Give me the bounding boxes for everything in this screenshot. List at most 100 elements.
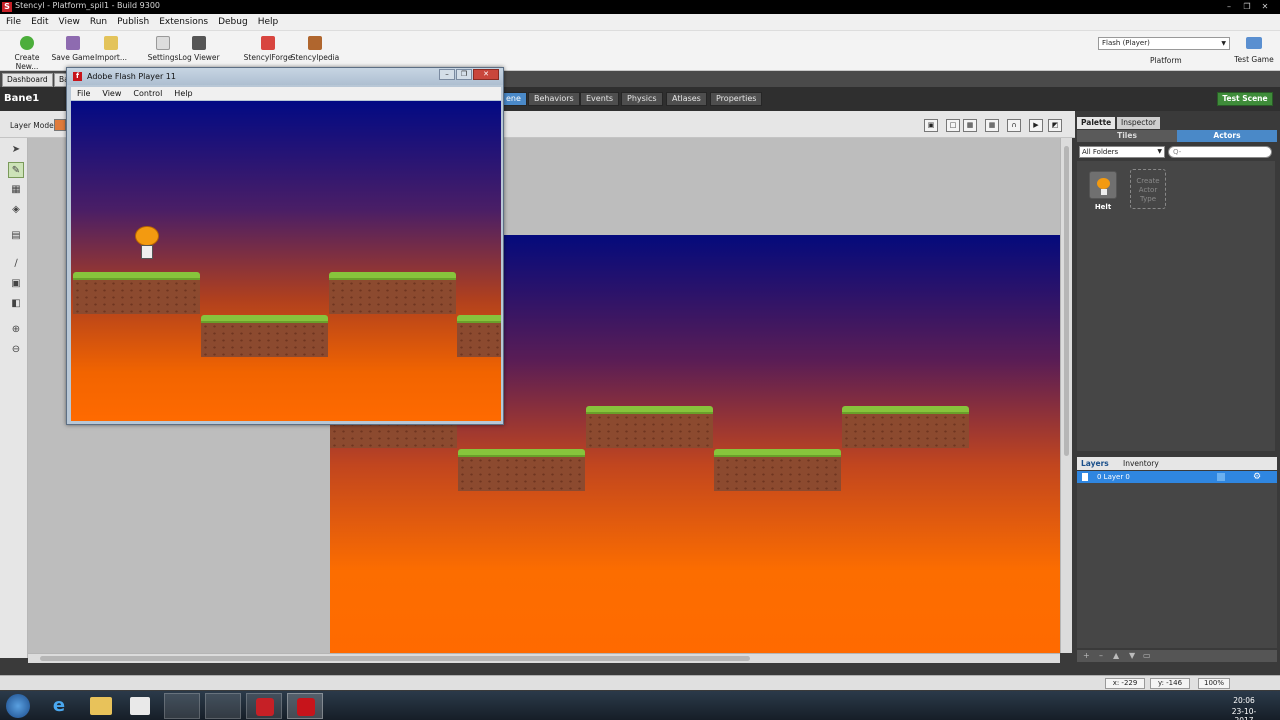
tab-events[interactable]: Events (580, 92, 620, 106)
horizontal-scrollbar[interactable] (28, 653, 1060, 663)
close-button[interactable]: ✕ (1258, 1, 1272, 12)
grid-select-icon[interactable]: ▦ (8, 182, 24, 198)
create-actor-type-button[interactable]: Create Actor Type (1130, 169, 1166, 209)
add-layer-button[interactable]: + (1083, 650, 1090, 662)
flash-title-bar[interactable]: f Adobe Flash Player 11 – ❐ ✕ (67, 68, 503, 85)
obs-taskbar-button[interactable] (164, 693, 200, 719)
layer-row[interactable]: 0 Layer 0 ⚙ (1077, 471, 1277, 483)
tab-physics[interactable]: Physics (621, 92, 663, 106)
internet-explorer-icon[interactable]: e (48, 695, 70, 717)
move-layer-down-button[interactable]: ▼ (1129, 650, 1135, 662)
play-icon[interactable]: ▶ (1029, 119, 1043, 132)
stencylpedia-button[interactable]: Stencylpedia (290, 36, 340, 62)
folder-select[interactable]: All Folders ▼ (1079, 146, 1165, 158)
menu-run[interactable]: Run (90, 17, 107, 27)
menu-view[interactable]: View (59, 17, 80, 27)
flash-menu-control[interactable]: Control (133, 89, 162, 98)
tab-actors[interactable]: Actors (1177, 130, 1277, 142)
screen-icon[interactable]: ▣ (924, 119, 938, 132)
platform-tile (458, 449, 585, 491)
zoom-readout: 100% (1198, 678, 1230, 689)
settings-icon (156, 36, 170, 50)
stack-icon[interactable]: ▤ (8, 228, 24, 244)
test-game-icon (1246, 37, 1262, 49)
start-button[interactable] (6, 694, 30, 718)
tab-palette[interactable]: Palette (1077, 117, 1116, 129)
import-button[interactable]: Import... (86, 36, 136, 62)
pencil-icon[interactable]: ✎ (8, 162, 24, 178)
flash-maximize-button[interactable]: ❐ (456, 69, 472, 80)
flash-menu-file[interactable]: File (77, 89, 90, 98)
zoom-in-icon[interactable]: ⊕ (8, 322, 24, 338)
layer-lock-toggle[interactable] (1217, 473, 1225, 481)
game-viewport[interactable] (71, 101, 501, 421)
log-viewer-button[interactable]: Log Viewer (174, 36, 224, 62)
test-game-button[interactable]: Test Game (1234, 37, 1274, 64)
platform-tile (842, 406, 969, 448)
flash-minimize-button[interactable]: – (439, 69, 455, 80)
grid-icon[interactable]: ▦ (963, 119, 977, 132)
layer-icon (1082, 473, 1088, 481)
flash-taskbar-button[interactable] (287, 693, 323, 719)
region-icon[interactable]: ▣ (8, 276, 24, 292)
gear-icon[interactable]: ⚙ (1253, 471, 1261, 483)
palette-search-input[interactable]: Q- (1168, 146, 1272, 158)
vertical-scrollbar[interactable] (1060, 138, 1072, 653)
scene-title: Bane1 (4, 93, 40, 104)
tab-dashboard[interactable]: Dashboard (2, 73, 53, 87)
terminal-taskbar-button[interactable] (205, 693, 241, 719)
terrain-icon[interactable]: ◧ (8, 296, 24, 312)
remove-layer-button[interactable]: – (1099, 650, 1103, 662)
menu-debug[interactable]: Debug (218, 17, 248, 27)
create-new-button[interactable]: Create New... (2, 36, 52, 71)
flash-close-button[interactable]: ✕ (473, 69, 499, 80)
platform-select[interactable]: Flash (Player) ▼ (1098, 37, 1230, 50)
pointer-icon[interactable]: ➤ (8, 142, 24, 158)
menu-edit[interactable]: Edit (31, 17, 48, 27)
menu-publish[interactable]: Publish (117, 17, 149, 27)
log-viewer-icon (192, 36, 206, 50)
zoom-out-icon[interactable]: ⊖ (8, 342, 24, 358)
flash-menu-help[interactable]: Help (174, 89, 192, 98)
save-icon (66, 36, 80, 50)
explorer-icon[interactable] (90, 697, 112, 715)
minimize-button[interactable]: – (1222, 1, 1236, 12)
maximize-button[interactable]: ❐ (1240, 1, 1254, 12)
flash-menu-view[interactable]: View (102, 89, 121, 98)
platform-tile (714, 449, 841, 491)
image-icon[interactable]: ◩ (1048, 119, 1062, 132)
tab-inspector[interactable]: Inspector (1117, 117, 1160, 129)
tab-atlases[interactable]: Atlases (666, 92, 707, 106)
tab-properties[interactable]: Properties (710, 92, 763, 106)
menu-help[interactable]: Help (258, 17, 279, 27)
menu-file[interactable]: File (6, 17, 21, 27)
platform-tile (457, 315, 501, 357)
flash-window-title: Adobe Flash Player 11 (87, 72, 176, 81)
media-player-icon[interactable] (130, 697, 150, 715)
stencyl-taskbar-button[interactable] (246, 693, 282, 719)
taskbar: e 20:06 23-10-2017 (0, 691, 1280, 720)
tab-behaviors[interactable]: Behaviors (528, 92, 580, 106)
layer-mode-toggle[interactable] (54, 119, 66, 131)
right-panel: Palette Inspector Tiles Actors All Folde… (1075, 115, 1280, 675)
grid-fine-icon[interactable]: ▦ (985, 119, 999, 132)
actor-helt-label: Helt (1094, 203, 1112, 211)
test-scene-button[interactable]: Test Scene (1217, 92, 1273, 106)
tab-layers[interactable]: Layers (1077, 458, 1113, 470)
magnet-icon[interactable]: ∩ (1007, 119, 1021, 132)
menu-bar: File Edit View Run Publish Extensions De… (0, 14, 1280, 31)
actor-helt-thumbnail[interactable] (1089, 171, 1117, 199)
move-layer-up-button[interactable]: ▲ (1113, 650, 1119, 662)
layer-mode-label: Layer Mode (10, 121, 54, 130)
stencyl-logo-icon: S (2, 2, 12, 12)
layer-options-button[interactable]: ▭ (1143, 650, 1151, 662)
frame-icon[interactable]: □ (946, 119, 960, 132)
stencylforge-button[interactable]: StencylForge (243, 36, 293, 62)
brush-icon[interactable]: ∕ (8, 256, 24, 272)
tab-tiles[interactable]: Tiles (1077, 130, 1177, 142)
platform-tile (201, 315, 328, 357)
tab-inventory[interactable]: Inventory (1119, 458, 1163, 470)
menu-extensions[interactable]: Extensions (159, 17, 208, 27)
eraser-icon[interactable]: ◈ (8, 202, 24, 218)
tab-scene-editor[interactable]: ene (500, 92, 527, 106)
